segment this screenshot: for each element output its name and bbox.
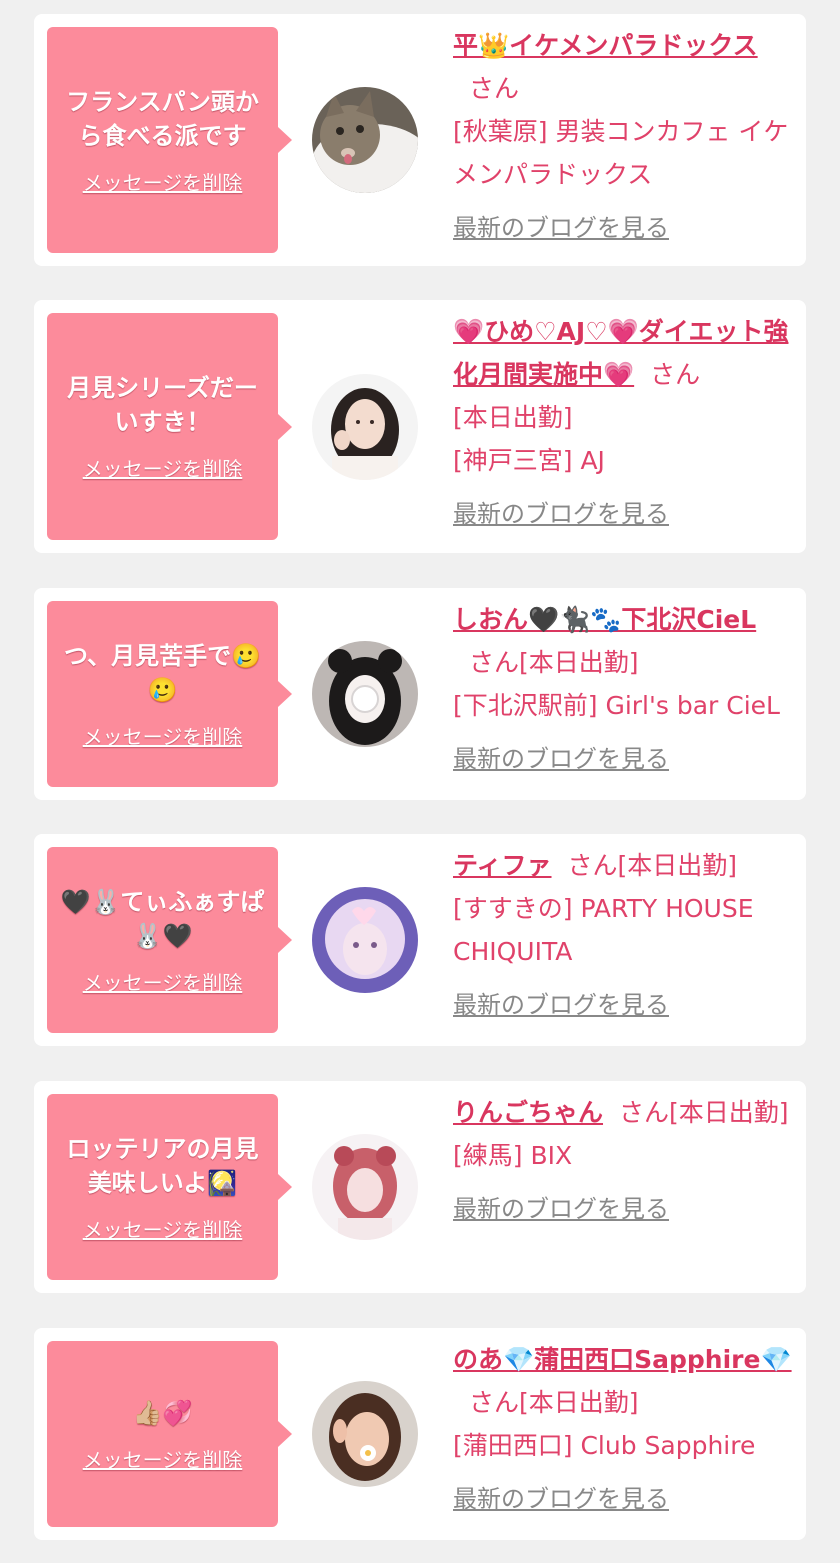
cast-name-link[interactable]: りんごちゃん: [453, 1098, 603, 1127]
avatar[interactable]: [312, 887, 418, 993]
delete-message-link[interactable]: メッセージを削除: [83, 1444, 243, 1473]
cast-suffix: さん: [650, 360, 701, 389]
message-bubble: つ、月見苦手で🥲🥲 メッセージを削除: [47, 601, 292, 787]
delete-message-link[interactable]: メッセージを削除: [83, 167, 243, 196]
cast-suffix: さん[本日出勤]: [469, 648, 639, 677]
shop-label: [下北沢駅前] Girl's bar CieL: [453, 691, 780, 720]
avatar[interactable]: [312, 1381, 418, 1487]
delete-message-link[interactable]: メッセージを削除: [83, 453, 243, 482]
blog-link[interactable]: 最新のブログを見る: [453, 987, 793, 1023]
blog-link[interactable]: 最新のブログを見る: [453, 1191, 793, 1227]
delete-message-link[interactable]: メッセージを削除: [83, 1214, 243, 1243]
message-text: 月見シリーズだーいすき！: [67, 374, 258, 436]
message-list: フランスパン頭から食べる派です メッセージを削除 平👑イケメンパラドックスさん …: [0, 0, 840, 1563]
girl-photo-icon: [312, 641, 418, 747]
message-card: 🖤🐰てぃふぁすぱ🐰🖤 メッセージを削除 ティファ さん[本日出勤] [すすきの] …: [34, 834, 806, 1046]
avatar[interactable]: [312, 374, 418, 480]
cast-suffix: さん[本日出勤]: [567, 851, 738, 880]
message-bubble: 🖤🐰てぃふぁすぱ🐰🖤 メッセージを削除: [47, 847, 292, 1033]
blog-link[interactable]: 最新のブログを見る: [453, 210, 793, 246]
blog-link[interactable]: 最新のブログを見る: [453, 741, 793, 777]
message-text: フランスパン頭から食べる派です: [66, 87, 259, 150]
message-card: 👍🏼💞 メッセージを削除 のあ💎蒲田西口Sapphire💎 さん[本日出勤] [蒲…: [34, 1328, 806, 1540]
message-card: ロッテリアの月見美味しいよ🎑 メッセージを削除 りんごちゃん さん[本日出勤] […: [34, 1081, 806, 1293]
message-text: 👍🏼💞: [132, 1398, 193, 1427]
cast-name-link[interactable]: 💗ひめ♡AJ♡💗ダイエット強化月間実施中💗: [453, 317, 788, 389]
message-text: 🖤🐰てぃふぁすぱ🐰🖤: [60, 887, 265, 950]
shop-label: [すすきの] PARTY HOUSE CHIQUITA: [453, 894, 754, 966]
message-text: つ、月見苦手で🥲🥲: [64, 641, 261, 704]
message-bubble: ロッテリアの月見美味しいよ🎑 メッセージを削除: [47, 1094, 292, 1280]
cast-info: りんごちゃん さん[本日出勤] [練馬] BIX 最新のブログを見る: [453, 1091, 793, 1227]
cast-suffix: さん[本日出勤]: [469, 1388, 639, 1417]
blog-link[interactable]: 最新のブログを見る: [453, 496, 793, 532]
avatar[interactable]: [312, 641, 418, 747]
cast-name-link[interactable]: 平👑イケメンパラドックス: [453, 31, 758, 60]
cast-info: ティファ さん[本日出勤] [すすきの] PARTY HOUSE CHIQUITA…: [453, 844, 793, 1023]
message-bubble: 月見シリーズだーいすき！ メッセージを削除: [47, 313, 292, 540]
avatar[interactable]: [312, 1134, 418, 1240]
message-bubble: 👍🏼💞 メッセージを削除: [47, 1341, 292, 1527]
delete-message-link[interactable]: メッセージを削除: [83, 721, 243, 750]
cat-photo-icon: [312, 87, 418, 193]
cast-info: のあ💎蒲田西口Sapphire💎 さん[本日出勤] [蒲田西口] Club Sap…: [453, 1338, 793, 1517]
message-card: フランスパン頭から食べる派です メッセージを削除 平👑イケメンパラドックスさん …: [34, 14, 806, 266]
girl-photo-icon: [312, 1381, 418, 1487]
shop-label: [秋葉原] 男装コンカフェ イケメンパラドックス: [453, 117, 789, 189]
girl-photo-icon: [312, 374, 418, 480]
girl-photo-icon: [312, 1134, 418, 1240]
cast-info: しおん🖤🐈‍⬛🐾下北沢CieL さん[本日出勤] [下北沢駅前] Girl's b…: [453, 598, 793, 777]
cast-name-link[interactable]: のあ💎蒲田西口Sapphire💎: [453, 1345, 792, 1374]
cast-info: 💗ひめ♡AJ♡💗ダイエット強化月間実施中💗 さん [本日出勤] [神戸三宮] AJ…: [453, 310, 793, 532]
blog-link[interactable]: 最新のブログを見る: [453, 1481, 793, 1517]
shop-label: [神戸三宮] AJ: [453, 446, 605, 475]
message-card: つ、月見苦手で🥲🥲 メッセージを削除 しおん🖤🐈‍⬛🐾下北沢CieL さん[本日出…: [34, 588, 806, 800]
avatar[interactable]: [312, 87, 418, 193]
cast-name-link[interactable]: ティファ: [453, 851, 552, 880]
message-bubble: フランスパン頭から食べる派です メッセージを削除: [47, 27, 292, 253]
shop-label: [蒲田西口] Club Sapphire: [453, 1431, 756, 1460]
girl-photo-icon: [312, 887, 418, 993]
cast-suffix: さん: [469, 74, 520, 103]
message-card: 月見シリーズだーいすき！ メッセージを削除 💗ひめ♡AJ♡💗ダイエット強化月間実…: [34, 300, 806, 553]
message-text: ロッテリアの月見美味しいよ🎑: [66, 1134, 259, 1197]
delete-message-link[interactable]: メッセージを削除: [83, 967, 243, 996]
cast-suffix: さん[本日出勤]: [619, 1098, 789, 1127]
cast-info: 平👑イケメンパラドックスさん [秋葉原] 男装コンカフェ イケメンパラドックス …: [453, 24, 793, 246]
cast-name-link[interactable]: しおん🖤🐈‍⬛🐾下北沢CieL: [453, 605, 756, 634]
shop-label: [練馬] BIX: [453, 1141, 573, 1170]
attendance-status: [本日出勤]: [453, 403, 573, 432]
